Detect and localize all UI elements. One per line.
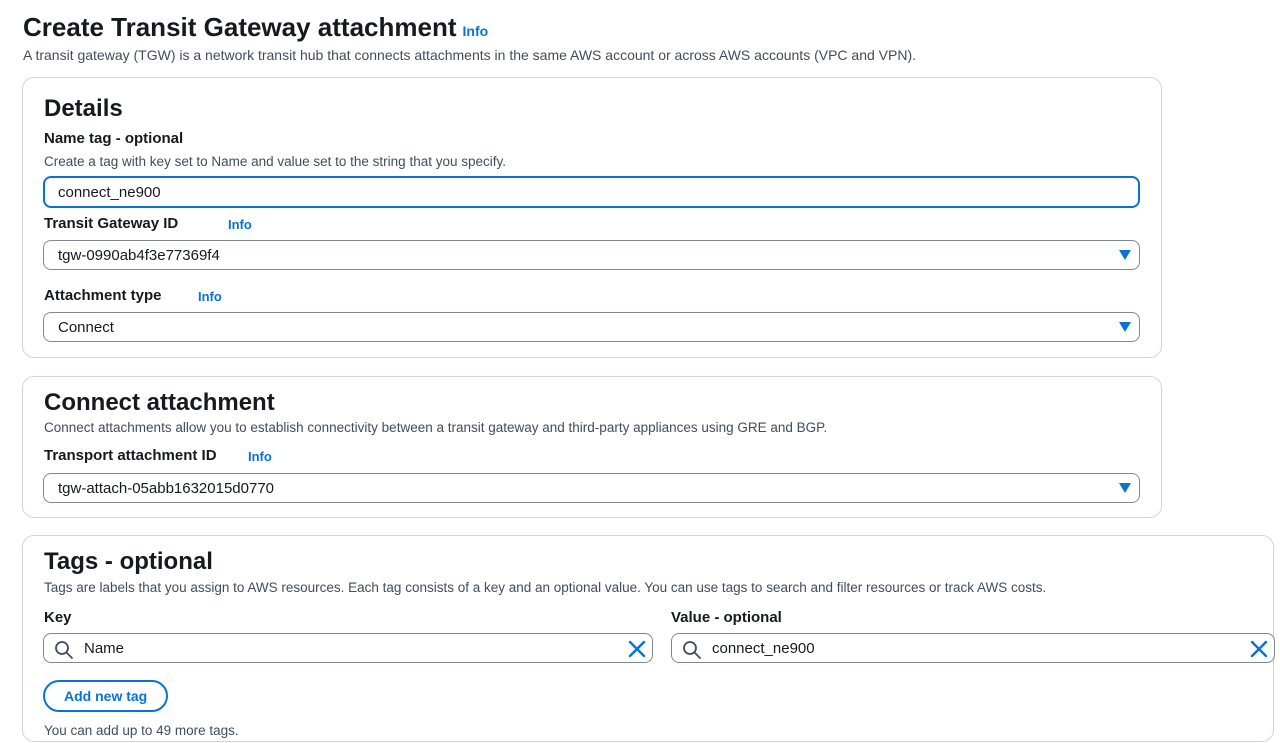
tag-key-label: Key [44, 609, 72, 626]
connect-attachment-title: Connect attachment [44, 389, 275, 416]
add-new-tag-button[interactable]: Add new tag [43, 680, 169, 712]
name-tag-label: Name tag - optional [44, 130, 184, 147]
tags-description: Tags are labels that you assign to AWS r… [44, 580, 1047, 595]
transport-attachment-value: tgw-attach-05abb1632015d0770 [58, 479, 275, 497]
tags-panel: Tags - optional Tags are labels that you… [22, 535, 1275, 742]
attachment-type-label: Attachment type [44, 287, 162, 304]
page-title: Create Transit Gateway attachment Info [23, 12, 488, 43]
page-title-text: Create Transit Gateway attachment [23, 12, 457, 42]
search-icon [55, 641, 73, 659]
tgw-id-select[interactable]: tgw-0990ab4f3e77369f4 [43, 240, 1140, 270]
page-info-link[interactable]: Info [463, 23, 489, 39]
tag-value-label: Value - optional [671, 609, 782, 626]
tgw-id-label: Transit Gateway ID [44, 215, 179, 232]
caret-down-icon [1119, 322, 1131, 332]
details-title: Details [44, 95, 123, 122]
name-tag-value: connect_ne900 [58, 183, 161, 201]
tags-limit-note: You can add up to 49 more tags. [44, 723, 239, 738]
name-tag-input[interactable]: connect_ne900 [43, 176, 1140, 208]
tag-value-value: connect_ne900 [712, 639, 815, 657]
close-icon[interactable] [628, 640, 646, 658]
caret-down-icon [1119, 483, 1131, 493]
tags-title: Tags - optional [44, 548, 213, 575]
tag-key-value: Name [84, 639, 125, 657]
page-description: A transit gateway (TGW) is a network tra… [23, 47, 917, 63]
transport-attachment-select[interactable]: tgw-attach-05abb1632015d0770 [43, 473, 1140, 503]
tag-value-input[interactable]: connect_ne900 [671, 633, 1275, 663]
attachment-type-value: Connect [58, 318, 114, 336]
attachment-type-info-link[interactable]: Info [198, 289, 222, 304]
tgw-id-info-link[interactable]: Info [228, 217, 252, 232]
close-icon[interactable] [1250, 640, 1268, 658]
tag-key-input[interactable]: Name [43, 633, 653, 663]
caret-down-icon [1119, 250, 1131, 260]
tgw-id-value: tgw-0990ab4f3e77369f4 [58, 246, 220, 264]
connect-attachment-description: Connect attachments allow you to establi… [44, 420, 828, 435]
details-panel: Details Name tag - optional Create a tag… [22, 77, 1162, 358]
attachment-type-select[interactable]: Connect [43, 312, 1140, 342]
name-tag-description: Create a tag with key set to Name and va… [44, 154, 506, 169]
transport-attachment-info-link[interactable]: Info [248, 449, 272, 464]
transport-attachment-label: Transport attachment ID [44, 447, 217, 464]
connect-attachment-panel: Connect attachment Connect attachments a… [22, 376, 1162, 518]
search-icon [683, 641, 701, 659]
